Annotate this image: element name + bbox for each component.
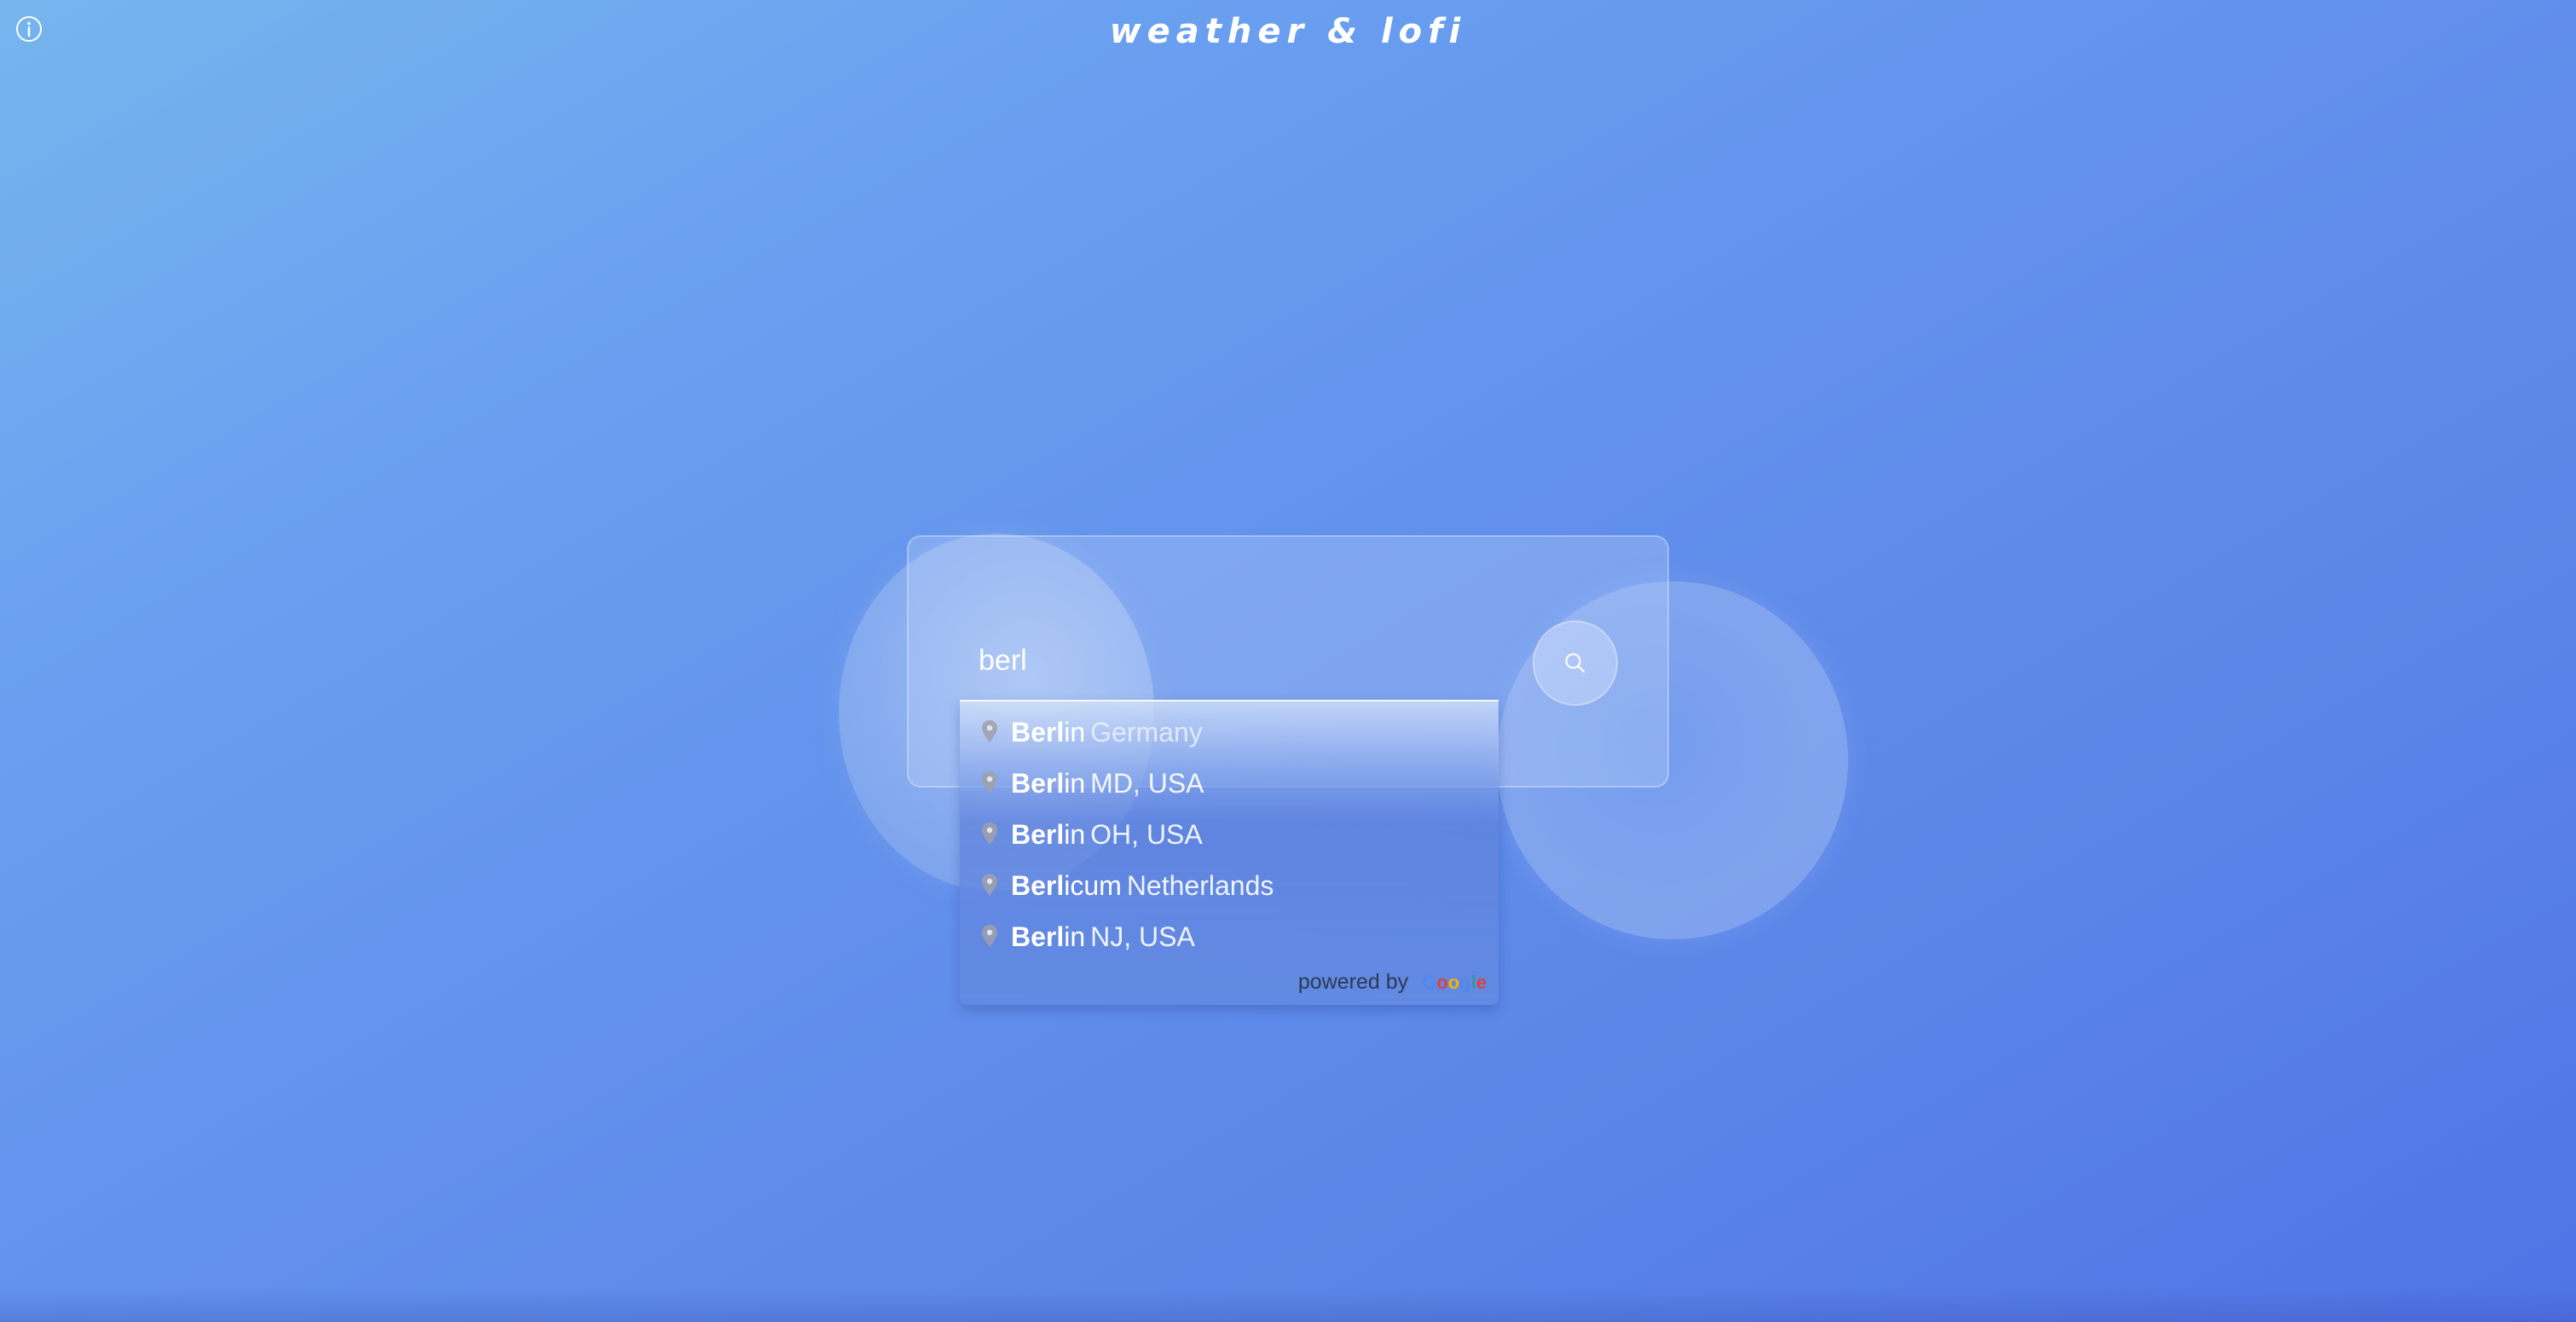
search-button[interactable] — [1533, 621, 1618, 706]
google-logo-letter: o — [1447, 971, 1460, 993]
suggestion-match: Berl — [1011, 869, 1065, 901]
map-pin-icon — [982, 823, 997, 845]
search-icon — [1565, 653, 1585, 673]
map-pin-icon — [982, 874, 997, 896]
suggestion-text: Berlin MD, USA — [1011, 768, 1204, 800]
suggestion-secondary: Germany — [1090, 716, 1203, 748]
app-title: weather & lofi — [1109, 12, 1467, 51]
autocomplete-dropdown: Berlin Germany Berlin MD, USA Berlin OH, US… — [960, 700, 1499, 1005]
map-pin-icon — [982, 925, 997, 947]
google-logo-letter: g — [1459, 971, 1471, 993]
suggestion-rest: in — [1064, 767, 1086, 799]
suggestion-secondary: Netherlands — [1126, 869, 1274, 901]
suggestion-match: Berl — [1011, 716, 1065, 748]
google-logo-letter: G — [1422, 971, 1437, 993]
suggestion-rest: in — [1064, 818, 1086, 850]
map-pin-icon — [982, 771, 997, 794]
google-logo: Google — [1422, 972, 1487, 994]
google-logo-letter: e — [1476, 971, 1487, 993]
suggestion-text: Berlin NJ, USA — [1011, 921, 1195, 953]
search-input[interactable] — [960, 634, 1471, 687]
powered-by-attribution: powered by Google — [1298, 970, 1487, 995]
suggestion-item[interactable]: Berlin OH, USA — [960, 809, 1499, 860]
suggestion-rest: icum — [1064, 869, 1122, 901]
powered-by-label: powered by — [1297, 970, 1409, 994]
map-pin-icon — [982, 720, 997, 742]
suggestion-match: Berl — [1011, 921, 1065, 952]
suggestion-item[interactable]: Berlicum Netherlands — [960, 860, 1499, 911]
bottom-shade — [0, 1288, 2576, 1322]
suggestion-secondary: MD, USA — [1090, 767, 1204, 799]
suggestion-match: Berl — [1011, 767, 1065, 799]
suggestion-match: Berl — [1011, 818, 1065, 850]
suggestion-text: Berlicum Netherlands — [1011, 870, 1274, 902]
suggestion-rest: in — [1064, 716, 1086, 748]
suggestion-text: Berlin Germany — [1011, 717, 1203, 748]
suggestion-secondary: OH, USA — [1090, 818, 1203, 850]
suggestion-item[interactable]: Berlin MD, USA — [960, 758, 1499, 809]
suggestion-item[interactable]: Berlin NJ, USA — [960, 911, 1499, 962]
suggestion-text: Berlin OH, USA — [1011, 819, 1203, 851]
google-logo-letter: o — [1436, 971, 1448, 993]
suggestion-item[interactable]: Berlin Germany — [960, 707, 1499, 758]
suggestion-secondary: NJ, USA — [1090, 921, 1195, 952]
suggestion-rest: in — [1064, 921, 1086, 952]
